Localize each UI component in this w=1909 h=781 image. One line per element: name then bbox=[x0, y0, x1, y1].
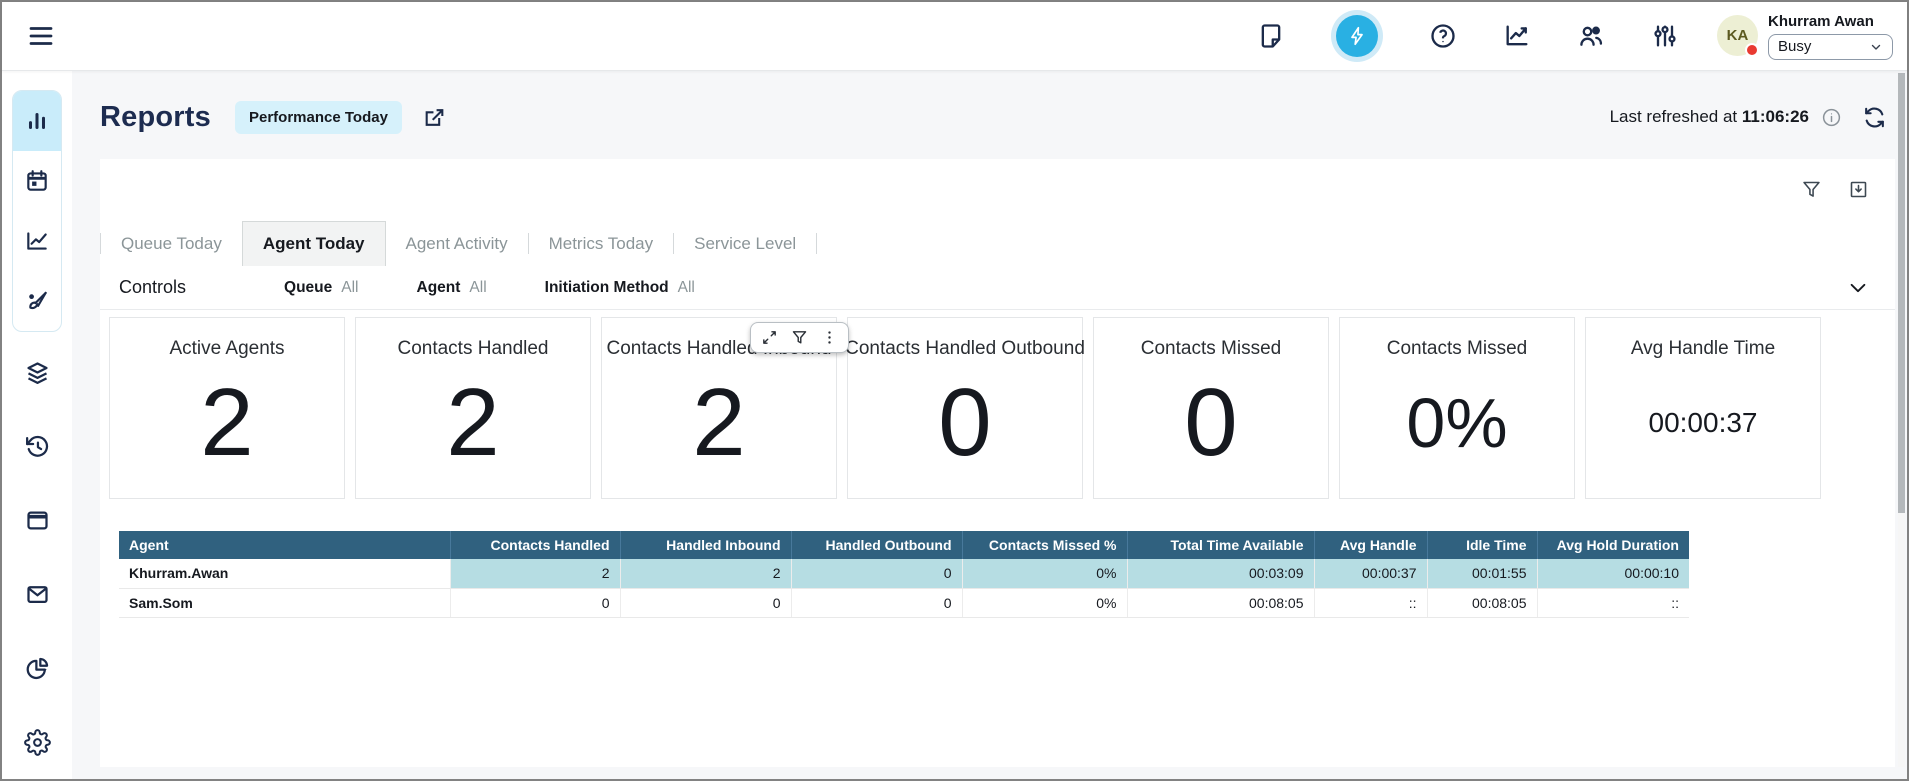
filter-icon[interactable] bbox=[791, 329, 808, 346]
controls-label: Controls bbox=[119, 277, 186, 298]
report-tabs: Queue Today Agent Today Agent Activity M… bbox=[100, 221, 1895, 266]
sidebar-item-customize[interactable] bbox=[13, 271, 61, 331]
mail-icon[interactable] bbox=[24, 581, 51, 608]
agent-name-cell: Khurram.Awan bbox=[119, 559, 450, 588]
app-window: KA Khurram Awan Busy bbox=[0, 0, 1909, 781]
column-header[interactable]: Avg Hold Duration bbox=[1537, 531, 1689, 559]
avatar[interactable]: KA bbox=[1717, 15, 1758, 56]
sidebar-lower bbox=[24, 332, 51, 756]
column-header[interactable]: Agent bbox=[119, 531, 450, 559]
lightning-circle bbox=[1336, 15, 1378, 57]
kpi-card-active-agents[interactable]: Active Agents 2 bbox=[109, 317, 345, 499]
table-row[interactable]: Khurram.Awan 2 2 0 0% 00:03:09 00:00:37 … bbox=[119, 559, 1689, 588]
history-icon[interactable] bbox=[24, 433, 51, 460]
bar-chart-icon bbox=[24, 108, 50, 134]
layers-icon[interactable] bbox=[24, 359, 51, 386]
external-link-icon[interactable] bbox=[422, 105, 447, 130]
refresh-icon[interactable] bbox=[1862, 105, 1887, 130]
column-header[interactable]: Avg Handle bbox=[1314, 531, 1427, 559]
kpi-card-contacts-handled-inbound[interactable]: Contacts Handled Inbound 2 bbox=[601, 317, 837, 499]
vertical-scrollbar[interactable] bbox=[1898, 73, 1905, 767]
kpi-card-avg-handle-time[interactable]: Avg Handle Time 00:00:37 bbox=[1585, 317, 1821, 499]
agent-table: Agent Contacts Handled Handled Inbound H… bbox=[119, 531, 1689, 618]
info-icon[interactable] bbox=[1821, 107, 1842, 128]
filter-initiation-method[interactable]: Initiation Method All bbox=[545, 279, 695, 297]
status-dot bbox=[1745, 43, 1759, 57]
agent-name-cell: Sam.Som bbox=[119, 588, 450, 617]
sidebar-group bbox=[12, 90, 62, 332]
sidebar-item-line-chart[interactable] bbox=[13, 211, 61, 271]
chevron-down-icon bbox=[1869, 40, 1883, 54]
kpi-card-contacts-missed[interactable]: Contacts Missed 0 bbox=[1093, 317, 1329, 499]
tab-agent-today[interactable]: Agent Today bbox=[242, 221, 386, 266]
contacts-icon[interactable] bbox=[1577, 22, 1605, 50]
menu-icon[interactable] bbox=[26, 21, 56, 51]
column-header[interactable]: Idle Time bbox=[1427, 531, 1537, 559]
refresh-area: Last refreshed at 11:06:26 bbox=[1610, 105, 1895, 130]
card-hover-toolbar bbox=[750, 322, 849, 353]
column-header[interactable]: Handled Inbound bbox=[620, 531, 791, 559]
sliders-icon[interactable] bbox=[1651, 22, 1679, 50]
status-select[interactable]: Busy bbox=[1768, 34, 1893, 60]
expand-icon[interactable] bbox=[761, 329, 778, 346]
panel-tools bbox=[1801, 179, 1869, 200]
sidebar bbox=[2, 71, 72, 779]
lightning-icon[interactable] bbox=[1331, 10, 1383, 62]
kpi-card-contacts-missed-pct[interactable]: Contacts Missed 0% bbox=[1339, 317, 1575, 499]
status-value: Busy bbox=[1778, 38, 1811, 55]
line-chart-icon bbox=[24, 228, 50, 254]
kpi-cards: Active Agents 2 Contacts Handled 2 Conta… bbox=[100, 317, 1895, 499]
page-header: Reports Performance Today Last refreshed… bbox=[100, 95, 1895, 139]
sidebar-item-calendar[interactable] bbox=[13, 151, 61, 211]
table-header-row: Agent Contacts Handled Handled Inbound H… bbox=[119, 531, 1689, 559]
page-title: Reports bbox=[100, 101, 211, 134]
pie-chart-icon[interactable] bbox=[24, 655, 51, 682]
notes-icon[interactable] bbox=[1257, 22, 1285, 50]
tab-divider bbox=[816, 233, 817, 254]
user-name: Khurram Awan bbox=[1768, 13, 1893, 30]
column-header[interactable]: Contacts Missed % bbox=[962, 531, 1127, 559]
help-icon[interactable] bbox=[1429, 22, 1457, 50]
report-badge[interactable]: Performance Today bbox=[235, 101, 402, 134]
controls-collapse-chevron-icon[interactable] bbox=[1847, 277, 1869, 299]
topbar-actions: KA Khurram Awan Busy bbox=[1257, 10, 1893, 62]
kpi-card-contacts-handled-outbound[interactable]: Contacts Handled Outbound 0 bbox=[847, 317, 1083, 499]
filter-queue[interactable]: Queue All bbox=[284, 279, 358, 297]
content-area: Reports Performance Today Last refreshed… bbox=[72, 71, 1907, 779]
controls-bar: Controls Queue All Agent All Initiation … bbox=[100, 266, 1895, 310]
filter-icon[interactable] bbox=[1801, 179, 1822, 200]
user-cluster: KA Khurram Awan Busy bbox=[1717, 13, 1893, 60]
column-header[interactable]: Contacts Handled bbox=[450, 531, 620, 559]
column-header[interactable]: Handled Outbound bbox=[791, 531, 962, 559]
kebab-menu-icon[interactable] bbox=[821, 329, 838, 346]
last-refreshed-text: Last refreshed at 11:06:26 bbox=[1610, 107, 1809, 127]
brush-icon bbox=[24, 288, 50, 314]
gear-icon[interactable] bbox=[24, 729, 51, 756]
tab-metrics-today[interactable]: Metrics Today bbox=[529, 221, 674, 266]
column-header[interactable]: Total Time Available bbox=[1127, 531, 1314, 559]
download-icon[interactable] bbox=[1848, 179, 1869, 200]
last-refreshed-time: 11:06:26 bbox=[1742, 107, 1809, 126]
calendar-icon bbox=[24, 168, 50, 194]
avatar-initials: KA bbox=[1727, 27, 1749, 44]
window-icon[interactable] bbox=[24, 507, 51, 534]
tab-agent-activity[interactable]: Agent Activity bbox=[386, 221, 528, 266]
tab-service-level[interactable]: Service Level bbox=[674, 221, 816, 266]
tab-queue-today[interactable]: Queue Today bbox=[101, 221, 242, 266]
report-panel: Queue Today Agent Today Agent Activity M… bbox=[100, 159, 1895, 767]
metrics-icon[interactable] bbox=[1503, 22, 1531, 50]
topbar: KA Khurram Awan Busy bbox=[2, 2, 1907, 71]
table-row[interactable]: Sam.Som 0 0 0 0% 00:08:05 :: 00:08:05 :: bbox=[119, 588, 1689, 617]
filter-agent[interactable]: Agent All bbox=[417, 279, 487, 297]
kpi-card-contacts-handled[interactable]: Contacts Handled 2 bbox=[355, 317, 591, 499]
sidebar-item-bar-chart[interactable] bbox=[13, 91, 61, 151]
scrollbar-thumb[interactable] bbox=[1898, 73, 1905, 513]
